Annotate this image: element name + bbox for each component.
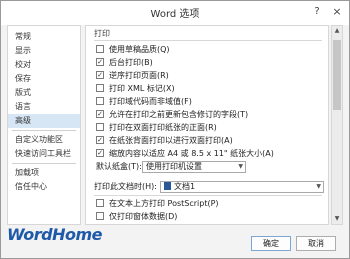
option-background-print[interactable]: ✓ 后台打印(B) [96, 57, 153, 69]
sidebar-item-layout[interactable]: 版式 [8, 86, 80, 100]
option-label: 打印在双面打印纸张的正面(R) [109, 123, 217, 132]
section-divider [94, 40, 322, 41]
ok-button[interactable]: 确定 [251, 236, 291, 251]
dialog-title: Word 选项 [150, 9, 200, 20]
option-label: 打印域代码而非域值(F) [109, 97, 192, 106]
option-label: 在文本上方打印 PostScript(P) [109, 199, 219, 208]
checkbox-checked[interactable]: ✓ [96, 109, 104, 118]
option-print-front-duplex[interactable]: 打印在双面打印纸张的正面(R) [96, 122, 217, 134]
default-tray-label: 默认纸盒(T): [96, 162, 142, 171]
content-scrollbar[interactable]: ▲ ▼ [331, 25, 343, 225]
options-sidebar: 常规 显示 校对 保存 版式 语言 高级 自定义功能区 快速访问工具栏 加载项 … [7, 25, 81, 225]
option-print-xml-tags[interactable]: 打印 XML 标记(X) [96, 83, 175, 95]
option-draft-quality[interactable]: 使用草稿品质(Q) [96, 44, 170, 56]
checkbox[interactable] [96, 96, 104, 105]
options-content-pane: 打印 使用草稿品质(Q) ✓ 后台打印(B) ✓ 逆序打印页面(R) 打印 XML … [85, 25, 329, 225]
sidebar-item-add-ins[interactable]: 加载项 [8, 166, 80, 180]
sidebar-divider [12, 130, 76, 131]
scroll-down-arrow-icon[interactable]: ▼ [332, 214, 342, 224]
option-label: 缩放内容以适应 A4 或 8.5 x 11" 纸张大小(A) [109, 149, 274, 158]
sidebar-item-advanced[interactable]: 高级 [8, 114, 80, 128]
option-label: 打印 XML 标记(X) [109, 84, 175, 93]
option-print-form-data[interactable]: 仅打印窗体数据(D) [96, 211, 177, 223]
option-label: 允许在打印之前更新包含修订的字段(T) [109, 110, 249, 119]
sidebar-item-trust-center[interactable]: 信任中心 [8, 180, 80, 194]
default-tray-select[interactable]: 使用打印机设置 ▼ [142, 161, 246, 173]
checkbox[interactable] [96, 122, 104, 131]
sidebar-item-language[interactable]: 语言 [8, 100, 80, 114]
title-bar: Word 选项 ? × [1, 1, 349, 25]
sidebar-divider [12, 163, 76, 164]
word-options-dialog: Word 选项 ? × 常规 显示 校对 保存 版式 语言 高级 自定义功能区 … [0, 0, 350, 259]
checkbox[interactable] [96, 83, 104, 92]
option-update-tracked-fields[interactable]: ✓ 允许在打印之前更新包含修订的字段(T) [96, 109, 248, 121]
close-icon[interactable]: × [329, 4, 345, 20]
option-label: 仅打印窗体数据(D) [109, 212, 178, 221]
print-section-title: 打印 [94, 29, 110, 38]
default-tray-value: 使用打印机设置 [146, 162, 202, 171]
option-label: 后台打印(B) [109, 58, 153, 67]
checkbox[interactable] [96, 44, 104, 53]
sidebar-item-general[interactable]: 常规 [8, 30, 80, 44]
cancel-button[interactable]: 取消 [296, 236, 336, 251]
scroll-up-arrow-icon[interactable]: ▲ [332, 26, 342, 36]
option-reverse-order[interactable]: ✓ 逆序打印页面(R) [96, 70, 169, 82]
word-document-icon [164, 181, 171, 190]
sidebar-item-display[interactable]: 显示 [8, 44, 80, 58]
checkbox-checked[interactable]: ✓ [96, 57, 104, 66]
option-label: 在纸张背面打印以进行双面打印(A) [109, 136, 233, 145]
sidebar-item-save[interactable]: 保存 [8, 72, 80, 86]
checkbox-checked[interactable]: ✓ [96, 70, 104, 79]
chevron-down-icon: ▼ [238, 163, 243, 170]
checkbox[interactable] [96, 211, 104, 220]
help-icon[interactable]: ? [309, 4, 325, 20]
sidebar-item-customize-ribbon[interactable]: 自定义功能区 [8, 133, 80, 147]
wordhome-watermark: WordHome [7, 225, 103, 244]
print-document-select[interactable]: 文档1 ▼ [160, 181, 324, 193]
option-print-field-codes[interactable]: 打印域代码而非域值(F) [96, 96, 192, 108]
sidebar-item-proofing[interactable]: 校对 [8, 58, 80, 72]
option-scale-content[interactable]: ✓ 缩放内容以适应 A4 或 8.5 x 11" 纸张大小(A) [96, 148, 274, 160]
checkbox-checked[interactable]: ✓ [96, 148, 104, 157]
sidebar-item-quick-access-toolbar[interactable]: 快速访问工具栏 [8, 147, 80, 161]
checkbox[interactable] [96, 198, 104, 207]
print-document-label: 打印此文档时(H): [94, 182, 157, 191]
chevron-down-icon: ▼ [316, 183, 321, 190]
scrollbar-thumb[interactable] [333, 40, 341, 110]
option-label: 逆序打印页面(R) [109, 71, 169, 80]
document-name: 文档1 [174, 182, 196, 191]
option-label: 使用草稿品质(Q) [109, 45, 170, 54]
option-print-back-duplex[interactable]: ✓ 在纸张背面打印以进行双面打印(A) [96, 135, 233, 147]
option-print-postscript[interactable]: 在文本上方打印 PostScript(P) [96, 198, 219, 210]
section-divider [94, 195, 322, 196]
checkbox-checked[interactable]: ✓ [96, 135, 104, 144]
